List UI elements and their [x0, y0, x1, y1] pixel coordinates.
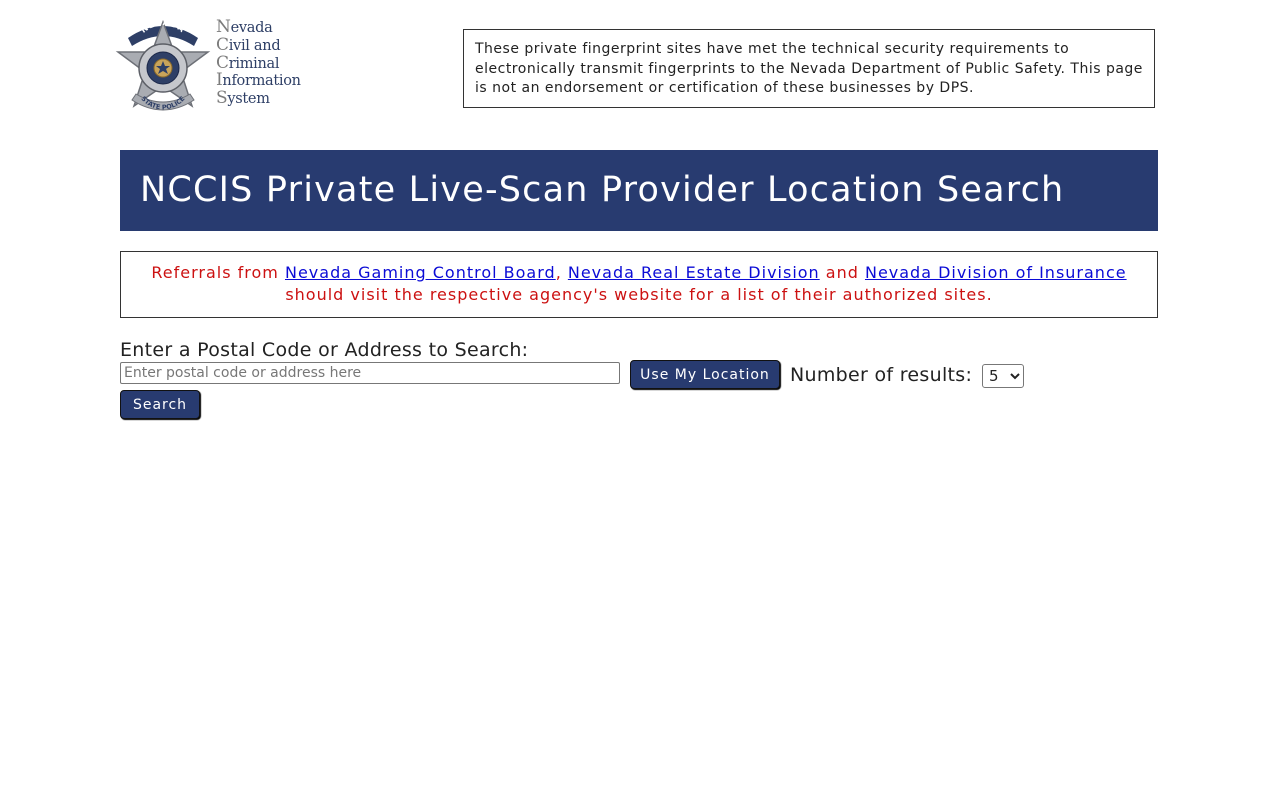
use-my-location-button[interactable]: Use My Location: [630, 360, 780, 389]
referral-separator: ,: [555, 263, 568, 282]
page-title: NCCIS Private Live-Scan Provider Locatio…: [140, 170, 1065, 210]
disclaimer-box: These private fingerprint sites have met…: [463, 29, 1155, 108]
referral-prefix: Referrals from: [151, 263, 285, 282]
referral-suffix: should visit the respective agency's web…: [285, 285, 993, 304]
nccis-logo: NEVADA STATE POLICE Nevada Civil and Cri…: [110, 16, 310, 120]
link-division-of-insurance[interactable]: Nevada Division of Insurance: [865, 263, 1127, 282]
page: NEVADA STATE POLICE Nevada Civil and Cri…: [0, 0, 1280, 800]
search-input[interactable]: [120, 362, 620, 384]
referral-separator: and: [819, 263, 865, 282]
link-real-estate-division[interactable]: Nevada Real Estate Division: [568, 263, 820, 282]
search-label: Enter a Postal Code or Address to Search…: [120, 339, 529, 361]
title-banner: NCCIS Private Live-Scan Provider Locatio…: [120, 150, 1158, 231]
logo-line: System: [216, 88, 270, 109]
referral-notice: Referrals from Nevada Gaming Control Boa…: [120, 251, 1158, 318]
results-count-select[interactable]: 5: [982, 364, 1024, 388]
search-button[interactable]: Search: [120, 390, 200, 419]
results-count-label: Number of results:: [790, 364, 973, 386]
logo-line: Information: [216, 70, 301, 91]
logo-text: Nevada Civil and Criminal Information Sy…: [216, 19, 301, 108]
star-badge-icon: NEVADA STATE POLICE: [115, 18, 211, 111]
logo-line: Criminal: [216, 52, 280, 73]
link-gaming-control-board[interactable]: Nevada Gaming Control Board: [285, 263, 556, 282]
